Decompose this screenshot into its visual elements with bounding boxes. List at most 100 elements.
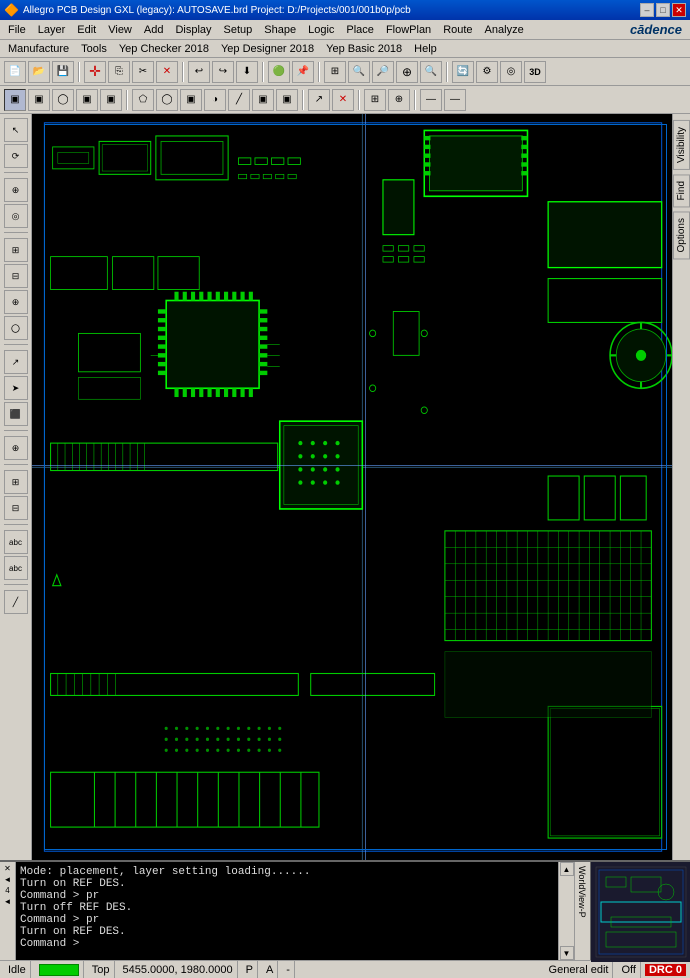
status-off: Off bbox=[617, 961, 640, 978]
lt-sep3 bbox=[4, 344, 28, 346]
tb2-cross-red[interactable]: ✕ bbox=[332, 89, 354, 111]
tb2-circ2[interactable]: ◯ bbox=[156, 89, 178, 111]
console-line2: Turn on REF DES. bbox=[20, 878, 554, 890]
tb-circle2[interactable]: ◎ bbox=[500, 61, 522, 83]
lt-target[interactable]: 〇 bbox=[4, 316, 28, 340]
tb-cut[interactable]: ✂ bbox=[132, 61, 154, 83]
tb2-select2[interactable]: ▣ bbox=[28, 89, 50, 111]
tb2-poly[interactable]: ⬠ bbox=[132, 89, 154, 111]
tb-grid1[interactable]: ⊞ bbox=[324, 61, 346, 83]
tb-zoom-prev[interactable]: 🔍 bbox=[420, 61, 442, 83]
lt-place[interactable]: ⊟ bbox=[4, 496, 28, 520]
tb-cross[interactable]: ✛ bbox=[84, 61, 106, 83]
menu-logic[interactable]: Logic bbox=[302, 22, 340, 38]
tb-copy[interactable]: ⎘ bbox=[108, 61, 130, 83]
console-scroll-up[interactable]: ▲ bbox=[560, 862, 574, 876]
menu-yep-designer[interactable]: Yep Designer 2018 bbox=[215, 41, 320, 57]
right-panel: Visibility Find Options bbox=[672, 114, 690, 860]
tb2-dash1[interactable]: — bbox=[420, 89, 442, 111]
console-line3: Command > pr bbox=[20, 890, 554, 902]
options-tab[interactable]: Options bbox=[673, 211, 690, 259]
tb2-rect4[interactable]: ▣ bbox=[276, 89, 298, 111]
menu-shape[interactable]: Shape bbox=[258, 22, 302, 38]
menu-tools[interactable]: Tools bbox=[75, 41, 113, 57]
maximize-button[interactable]: □ bbox=[656, 3, 670, 17]
menu-add[interactable]: Add bbox=[138, 22, 170, 38]
menu-place[interactable]: Place bbox=[340, 22, 380, 38]
lt-move[interactable]: ⊞ bbox=[4, 470, 28, 494]
tb-3d[interactable]: 3D bbox=[524, 61, 546, 83]
tb2-dash2[interactable]: — bbox=[444, 89, 466, 111]
tb2-select1[interactable]: ▣ bbox=[4, 89, 26, 111]
menu-analyze[interactable]: Analyze bbox=[479, 22, 530, 38]
minimize-button[interactable]: – bbox=[640, 3, 654, 17]
tb-sep3 bbox=[262, 62, 264, 82]
toolbar1: 📄 📂 💾 ✛ ⎘ ✂ ✕ ↩ ↪ ⬇ 🟢 📌 ⊞ 🔍 🔎 ⊕ 🔍 🔄 ⚙ ◎ … bbox=[0, 58, 690, 86]
lt-arrow[interactable]: ↖ bbox=[4, 118, 28, 142]
lt-plus[interactable]: ⊕ bbox=[4, 178, 28, 202]
console-arrow3: 4 bbox=[5, 886, 9, 895]
lt-line[interactable]: ╱ bbox=[4, 590, 28, 614]
tb-pin[interactable]: 📌 bbox=[292, 61, 314, 83]
lt-grid2[interactable]: ⊕ bbox=[4, 436, 28, 460]
tb-new[interactable]: 📄 bbox=[4, 61, 26, 83]
tb-settings[interactable]: ⚙ bbox=[476, 61, 498, 83]
tb2-connect[interactable]: ⊕ bbox=[388, 89, 410, 111]
tb-zoom-out[interactable]: 🔎 bbox=[372, 61, 394, 83]
menu-setup[interactable]: Setup bbox=[218, 22, 259, 38]
pcb-canvas-area[interactable] bbox=[32, 114, 672, 860]
menu-edit[interactable]: Edit bbox=[71, 22, 102, 38]
close-button[interactable]: ✕ bbox=[672, 3, 686, 17]
lt-text1[interactable]: abc bbox=[4, 530, 28, 554]
lt-rotate[interactable]: ⟳ bbox=[4, 144, 28, 168]
tb-redo[interactable]: ↪ bbox=[212, 61, 234, 83]
menu-yep-checker[interactable]: Yep Checker 2018 bbox=[113, 41, 215, 57]
tb2-rect3[interactable]: ▣ bbox=[252, 89, 274, 111]
console-line7: Command > bbox=[20, 938, 554, 950]
menu-view[interactable]: View bbox=[102, 22, 138, 38]
find-tab[interactable]: Find bbox=[673, 174, 690, 207]
tb2-path[interactable]: ▣ bbox=[180, 89, 202, 111]
tb2-rect[interactable]: ▣ bbox=[76, 89, 98, 111]
console-scroll-down[interactable]: ▼ bbox=[560, 946, 574, 960]
lt-cursor[interactable]: ➤ bbox=[4, 376, 28, 400]
menu-yep-basic[interactable]: Yep Basic 2018 bbox=[320, 41, 408, 57]
tb2-rect2[interactable]: ▣ bbox=[100, 89, 122, 111]
lt-text2[interactable]: abc bbox=[4, 556, 28, 580]
pcb-svg bbox=[32, 114, 672, 860]
menu-file[interactable]: File bbox=[2, 22, 32, 38]
menu-route[interactable]: Route bbox=[437, 22, 478, 38]
menu-display[interactable]: Display bbox=[169, 22, 217, 38]
lt-remove[interactable]: ⊟ bbox=[4, 264, 28, 288]
console-line6: Turn on REF DES. bbox=[20, 926, 554, 938]
lt-rect[interactable]: ⬛ bbox=[4, 402, 28, 426]
visibility-tab[interactable]: Visibility bbox=[673, 120, 690, 170]
menu-manufacture[interactable]: Manufacture bbox=[2, 41, 75, 57]
tb2-arrow[interactable]: ↗ bbox=[308, 89, 330, 111]
tb-refresh[interactable]: 🔄 bbox=[452, 61, 474, 83]
tb-circle-green[interactable]: 🟢 bbox=[268, 61, 290, 83]
tb-open[interactable]: 📂 bbox=[28, 61, 50, 83]
tb-undo[interactable]: ↩ bbox=[188, 61, 210, 83]
tb-sep1 bbox=[78, 62, 80, 82]
tb2-arc[interactable]: ◑ bbox=[204, 89, 226, 111]
tb-zoom-in[interactable]: 🔍 bbox=[348, 61, 370, 83]
tb2-grid[interactable]: ⊞ bbox=[364, 89, 386, 111]
lt-add[interactable]: ⊞ bbox=[4, 238, 28, 262]
menu-flowplan[interactable]: FlowPlan bbox=[380, 22, 437, 38]
tb2-sep1 bbox=[126, 90, 128, 110]
lt-sep6 bbox=[4, 524, 28, 526]
lt-circle[interactable]: ◎ bbox=[4, 204, 28, 228]
lt-zoom-fit[interactable]: ⊕ bbox=[4, 290, 28, 314]
menu-layer[interactable]: Layer bbox=[32, 22, 72, 38]
lt-arrow2[interactable]: ↗ bbox=[4, 350, 28, 374]
menu-help[interactable]: Help bbox=[408, 41, 443, 57]
tb-zoom-fit[interactable]: ⊕ bbox=[396, 61, 418, 83]
tb-save[interactable]: 💾 bbox=[52, 61, 74, 83]
tb-down[interactable]: ⬇ bbox=[236, 61, 258, 83]
status-divider: - bbox=[282, 961, 295, 978]
cadence-logo: cādence bbox=[630, 22, 688, 37]
tb2-circle[interactable]: ◯ bbox=[52, 89, 74, 111]
tb2-line[interactable]: ╱ bbox=[228, 89, 250, 111]
tb-delete[interactable]: ✕ bbox=[156, 61, 178, 83]
